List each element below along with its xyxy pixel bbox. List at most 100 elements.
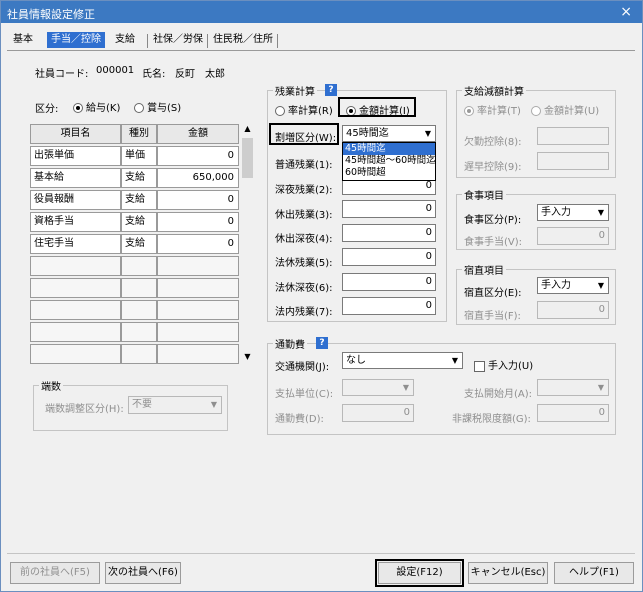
night-teate-label: 宿直手当(F): [464,311,521,322]
table-cell-empty[interactable] [121,278,157,298]
employee-name: 反町 太郎 [175,69,225,80]
commute-start-select[interactable]: ▼ [537,379,609,396]
meal-teate-input[interactable]: 0 [537,227,609,245]
column-header-type: 種別 [121,124,157,144]
warimashi-select[interactable]: 45時間迄 ▼ [342,125,436,142]
table-cell-empty[interactable] [121,256,157,276]
table-cell-empty[interactable] [30,344,121,364]
table-cell-type[interactable]: 支給 [121,190,157,210]
table-cell-type[interactable]: 支給 [121,212,157,232]
overtime-field-input[interactable]: 0 [342,224,436,242]
commute-manual-checkbox[interactable]: 手入力(U) [474,357,533,372]
employee-settings-window: 社員情報設定修正 × 基本 手当／控除 支給 社保／労保 住民税／住所 社員コー… [0,0,643,592]
scroll-up-icon[interactable]: ▲ [241,124,254,136]
table-cell-empty[interactable] [157,300,239,320]
radio-icon [275,106,285,116]
table-cell-name[interactable]: 資格手当 [30,212,121,232]
kubun-bonus-radio[interactable]: 賞与(S) [134,99,181,114]
table-cell-empty[interactable] [121,344,157,364]
tab-separator [277,34,278,48]
table-cell-type[interactable]: 支給 [121,168,157,188]
absence-deduction-input[interactable] [537,127,609,145]
help-button[interactable]: ヘルプ(F1) [554,562,634,584]
table-cell-empty[interactable] [157,344,239,364]
chevron-down-icon: ▼ [597,208,605,217]
rounding-select[interactable]: 不要 ▼ [128,396,222,414]
highlight-box [375,559,464,587]
warimashi-value: 45時間迄 [346,128,389,139]
help-icon[interactable]: ? [325,84,337,96]
tab-basic[interactable]: 基本 [9,32,37,48]
table-scrollbar[interactable]: ▲ ▼ [241,124,254,364]
tab-separator [147,34,148,48]
table-cell-type[interactable]: 支給 [121,234,157,254]
overtime-field-input[interactable]: 0 [342,200,436,218]
night-teate-input[interactable]: 0 [537,301,609,319]
commute-limit-input[interactable]: 0 [537,404,609,422]
tab-social-insurance[interactable]: 社保／労保 [149,32,207,48]
tab-allowance-deduction[interactable]: 手当／控除 [47,32,105,48]
overtime-field-input[interactable]: 0 [342,248,436,266]
prev-employee-button[interactable]: 前の社員へ(F5) [10,562,100,584]
meal-teate-label: 食事手当(V): [464,237,523,248]
highlight-box [269,123,339,145]
scrollbar-thumb[interactable] [242,138,253,178]
overtime-rate-radio[interactable]: 率計算(R) [275,102,333,117]
table-cell-empty[interactable] [157,322,239,342]
dropdown-option[interactable]: 60時間超 [343,167,435,179]
dropdown-option[interactable]: 45時間超～60時間迄 [343,155,436,167]
overtime-title: 残業計算 [273,83,317,98]
table-cell-empty[interactable] [157,256,239,276]
table-cell-name[interactable]: 基本給 [30,168,121,188]
table-cell-empty[interactable] [30,278,121,298]
overtime-field-input[interactable]: 0 [342,273,436,291]
late-deduction-input[interactable] [537,152,609,170]
table-cell-empty[interactable] [121,300,157,320]
reduction-rate-radio[interactable]: 率計算(T) [464,102,521,117]
tab-payment[interactable]: 支給 [111,32,139,48]
reduction-amount-radio[interactable]: 金額計算(U) [531,102,599,117]
help-icon[interactable]: ? [316,337,328,349]
table-cell-amount[interactable]: 650,000 [157,168,239,188]
table-cell-type[interactable]: 単価 [121,146,157,166]
table-cell-empty[interactable] [30,300,121,320]
overtime-field-label: 休出残業(3): [275,210,333,221]
commute-fee-input[interactable]: 0 [342,404,414,422]
next-employee-button[interactable]: 次の社員へ(F6) [105,562,181,584]
meal-kubun-select[interactable]: 手入力 ▼ [537,204,609,221]
table-cell-name[interactable]: 役員報酬 [30,190,121,210]
commute-kikan-select[interactable]: なし ▼ [342,352,463,369]
checkbox-icon [474,360,485,372]
chevron-down-icon: ▼ [597,383,605,392]
meal-kubun-value: 手入力 [541,207,571,218]
cancel-button[interactable]: キャンセル(Esc) [468,562,548,584]
column-header-item: 項目名 [30,124,121,144]
night-kubun-value: 手入力 [541,280,571,291]
table-cell-empty[interactable] [121,322,157,342]
table-cell-empty[interactable] [30,322,121,342]
close-icon[interactable]: × [620,4,632,20]
scroll-down-icon[interactable]: ▼ [241,352,254,364]
night-duty-title: 宿直項目 [462,262,506,277]
table-cell-amount[interactable]: 0 [157,146,239,166]
dropdown-option-selected[interactable]: 45時間迄 [343,143,435,155]
table-cell-empty[interactable] [157,278,239,298]
radio-icon [531,106,541,116]
kubun-salary-radio[interactable]: 給与(K) [73,99,120,114]
overtime-field-label: 法休深夜(6): [275,283,333,294]
table-cell-amount[interactable]: 0 [157,190,239,210]
employee-code: 000001 [96,65,135,76]
commute-unit-select[interactable]: ▼ [342,379,414,396]
tab-resident-tax[interactable]: 住民税／住所 [209,32,277,48]
overtime-field-input[interactable]: 0 [342,297,436,315]
table-cell-amount[interactable]: 0 [157,234,239,254]
table-cell-amount[interactable]: 0 [157,212,239,232]
table-cell-name[interactable]: 出張単価 [30,146,121,166]
commute-kikan-value: なし [346,355,366,366]
table-cell-name[interactable]: 住宅手当 [30,234,121,254]
table-cell-empty[interactable] [30,256,121,276]
rounding-label: 端数調整区分(H): [45,404,124,415]
reduction-amount-label: 金額計算(U) [544,106,600,117]
footer-divider [7,553,635,554]
night-kubun-select[interactable]: 手入力 ▼ [537,277,609,294]
